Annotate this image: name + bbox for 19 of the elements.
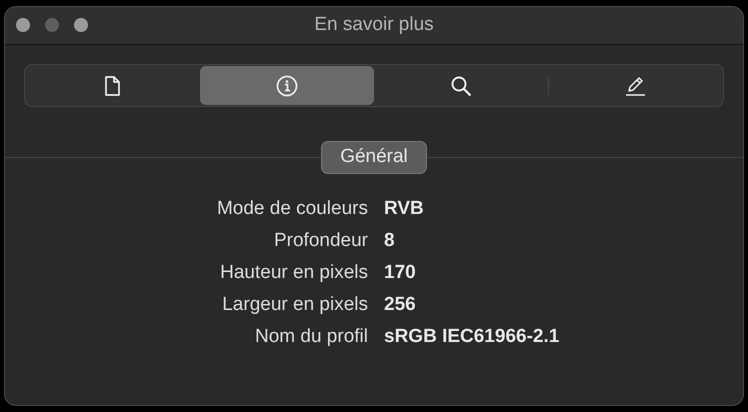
pen-icon	[624, 74, 646, 96]
minimize-button[interactable]	[45, 18, 59, 32]
property-label: Mode de couleurs	[216, 197, 368, 220]
close-button[interactable]	[16, 18, 30, 32]
property-label: Nom du profil	[255, 325, 368, 348]
property-value: RVB	[384, 197, 424, 220]
tab[interactable]	[200, 66, 374, 105]
property-value: 170	[384, 261, 416, 284]
window-title: En savoir plus	[314, 13, 434, 38]
property-value: 8	[384, 229, 395, 252]
property-label: Hauteur en pixels	[220, 261, 368, 284]
property-label: Largeur en pixels	[222, 293, 368, 316]
info-icon	[276, 74, 298, 96]
property-value: 256	[384, 293, 416, 316]
property-label: Profondeur	[274, 229, 368, 252]
zoom-button[interactable]	[74, 18, 88, 32]
search-icon	[450, 74, 472, 96]
property-value: sRGB IEC61966-2.1	[384, 325, 560, 348]
section-title: Général	[321, 141, 427, 174]
